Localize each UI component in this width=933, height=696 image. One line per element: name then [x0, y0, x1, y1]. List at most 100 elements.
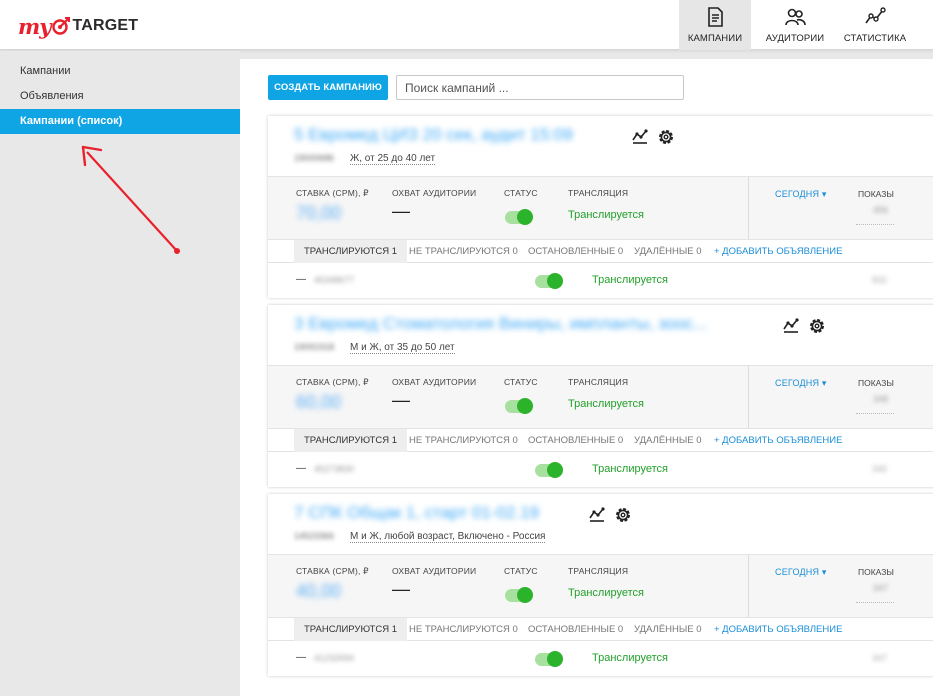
rate-label: СТАВКА (CPM), ₽ [296, 188, 369, 198]
rate-label: СТАВКА (CPM), ₽ [296, 377, 369, 387]
reach-label: ОХВАТ АУДИТОРИИ [392, 188, 477, 198]
campaign-title[interactable]: 3 Евромед Стоматология Виниры, импланты,… [294, 314, 707, 334]
campaign-card: 3 Евромед Стоматология Виниры, импланты,… [268, 305, 933, 487]
shows-underline [856, 224, 894, 225]
campaign-stats: СТАВКА (CPM), ₽ ОХВАТ АУДИТОРИИ СТАТУС Т… [268, 365, 933, 429]
campaign-id: 19091918 [294, 342, 335, 352]
tab-active-ads[interactable]: ТРАНСЛИРУЮТСЯ 1 [294, 618, 407, 641]
campaign-stats: СТАВКА (CPM), ₽ ОХВАТ АУДИТОРИИ СТАТУС Т… [268, 554, 933, 618]
statistics-icon[interactable] [588, 506, 606, 524]
campaign-id: 19000686 [294, 153, 335, 163]
translation-status: Транслируется [568, 398, 644, 410]
ad-shows-value: 345 [872, 464, 888, 474]
tab-stopped-ads[interactable]: ОСТАНОВЛЕННЫЕ 0 [528, 618, 623, 641]
ad-status-toggle[interactable] [535, 651, 563, 667]
translation-status: Транслируется [568, 209, 644, 221]
ads-tabs: ТРАНСЛИРУЮТСЯ 1 НЕ ТРАНСЛИРУЮТСЯ 0 ОСТАН… [268, 240, 933, 263]
nav-campaigns-label: КАМПАНИИ [687, 33, 743, 44]
reach-value: — [392, 579, 410, 599]
tab-active-ads[interactable]: ТРАНСЛИРУЮТСЯ 1 [294, 240, 407, 263]
tab-stopped-ads[interactable]: ОСТАНОВЛЕННЫЕ 0 [528, 429, 623, 452]
reach-value: — [392, 201, 410, 221]
statistics-icon [865, 7, 886, 24]
gear-icon[interactable] [657, 128, 675, 146]
rate-label: СТАВКА (CPM), ₽ [296, 566, 369, 576]
logo-target-text: TARGET [72, 17, 139, 34]
status-label: СТАТУС [504, 377, 538, 387]
nav-statistics[interactable]: СТАТИСТИКА [839, 0, 911, 50]
statistics-icon[interactable] [631, 128, 649, 146]
shows-label: ПОКАЗЫ [858, 189, 894, 199]
campaign-card: 5 Евромед ЦИЗ 20 сек, аудит 15:09 190006… [268, 116, 933, 298]
shows-label: ПОКАЗЫ [858, 378, 894, 388]
ad-status-toggle[interactable] [535, 273, 563, 289]
tab-inactive-ads[interactable]: НЕ ТРАНСЛИРУЮТСЯ 0 [409, 429, 518, 452]
stats-divider [748, 555, 749, 617]
rate-value: 70,00 [296, 203, 342, 223]
ad-id[interactable]: 45348677 [314, 275, 354, 285]
ad-id[interactable]: 45273830 [314, 464, 354, 474]
ad-status-toggle[interactable] [535, 462, 563, 478]
ad-id[interactable]: 41232694 [314, 653, 354, 663]
rate-value: 60,00 [296, 392, 342, 412]
top-header: my TARGET КАМПАНИИ АУДИТОРИИ СТАТИСТИКА [0, 0, 933, 50]
period-dropdown[interactable]: СЕГОДНЯ ▾ [775, 378, 827, 389]
tab-deleted-ads[interactable]: УДАЛЁННЫЕ 0 [634, 429, 702, 452]
campaign-audience[interactable]: М и Ж, от 35 до 50 лет [350, 342, 455, 354]
reach-label: ОХВАТ АУДИТОРИИ [392, 377, 477, 387]
campaign-card: 7 СПК Общак 1, старт 01-02.19 14523366 М… [268, 494, 933, 676]
nav-statistics-label: СТАТИСТИКА [843, 33, 907, 44]
ad-row: — 45348677 Транслируется 832 [268, 264, 933, 298]
ad-translation-status: Транслируется [592, 652, 668, 664]
ad-shows-value: 347 [872, 653, 888, 663]
period-dropdown[interactable]: СЕГОДНЯ ▾ [775, 189, 827, 200]
ad-shows-value: 832 [872, 275, 888, 285]
campaign-title[interactable]: 5 Евромед ЦИЗ 20 сек, аудит 15:09 [294, 125, 573, 145]
add-ad-button[interactable]: + ДОБАВИТЬ ОБЪЯВЛЕНИЕ [714, 240, 842, 263]
mytarget-logo[interactable]: my TARGET [18, 11, 138, 41]
shows-underline [856, 602, 894, 603]
ad-translation-status: Транслируется [592, 274, 668, 286]
logo-my-text: my [18, 13, 51, 39]
add-ad-button[interactable]: + ДОБАВИТЬ ОБЪЯВЛЕНИЕ [714, 429, 842, 452]
ad-dash: — [296, 652, 306, 663]
tab-deleted-ads[interactable]: УДАЛЁННЫЕ 0 [634, 240, 702, 263]
nav-campaigns[interactable]: КАМПАНИИ [679, 0, 751, 50]
logo-target-icon [52, 17, 71, 35]
tab-deleted-ads[interactable]: УДАЛЁННЫЕ 0 [634, 618, 702, 641]
translation-label: ТРАНСЛЯЦИЯ [568, 188, 629, 198]
campaign-search-input[interactable] [396, 75, 684, 100]
sidebar-item-campaigns-list[interactable]: Кампании (список) [0, 109, 240, 134]
campaign-stats: СТАВКА (CPM), ₽ ОХВАТ АУДИТОРИИ СТАТУС Т… [268, 176, 933, 240]
tab-active-ads[interactable]: ТРАНСЛИРУЮТСЯ 1 [294, 429, 407, 452]
campaign-title-actions [588, 506, 632, 524]
sidebar-item-campaigns[interactable]: Кампании [0, 59, 240, 84]
ads-tabs: ТРАНСЛИРУЮТСЯ 1 НЕ ТРАНСЛИРУЮТСЯ 0 ОСТАН… [268, 618, 933, 641]
ad-dash: — [296, 463, 306, 474]
nav-audiences-label: АУДИТОРИИ [765, 33, 825, 44]
sidebar-item-ads[interactable]: Объявления [0, 84, 240, 109]
tab-stopped-ads[interactable]: ОСТАНОВЛЕННЫЕ 0 [528, 240, 623, 263]
ads-tabs: ТРАНСЛИРУЮТСЯ 1 НЕ ТРАНСЛИРУЮТСЯ 0 ОСТАН… [268, 429, 933, 452]
campaign-audience[interactable]: М и Ж, любой возраст, Включено - Россия [350, 531, 546, 543]
campaign-title[interactable]: 7 СПК Общак 1, старт 01-02.19 [294, 503, 539, 523]
campaign-status-toggle[interactable] [505, 398, 533, 414]
gear-icon[interactable] [808, 317, 826, 335]
gear-icon[interactable] [614, 506, 632, 524]
campaign-status-toggle[interactable] [505, 209, 533, 225]
tab-inactive-ads[interactable]: НЕ ТРАНСЛИРУЮТСЯ 0 [409, 618, 518, 641]
ad-row: — 45273830 Транслируется 345 [268, 453, 933, 487]
shows-label: ПОКАЗЫ [858, 567, 894, 577]
main-content: СОЗДАТЬ КАМПАНИЮ 5 Евромед ЦИЗ 20 сек, а… [240, 59, 933, 696]
shows-value: 456 [873, 205, 889, 215]
tab-inactive-ads[interactable]: НЕ ТРАНСЛИРУЮТСЯ 0 [409, 240, 518, 263]
statistics-icon[interactable] [782, 317, 800, 335]
campaign-status-toggle[interactable] [505, 587, 533, 603]
campaign-title-actions [782, 317, 826, 335]
nav-audiences[interactable]: АУДИТОРИИ [759, 0, 831, 50]
status-label: СТАТУС [504, 188, 538, 198]
create-campaign-button[interactable]: СОЗДАТЬ КАМПАНИЮ [268, 75, 388, 100]
add-ad-button[interactable]: + ДОБАВИТЬ ОБЪЯВЛЕНИЕ [714, 618, 842, 641]
campaign-audience[interactable]: Ж, от 25 до 40 лет [350, 153, 436, 165]
period-dropdown[interactable]: СЕГОДНЯ ▾ [775, 567, 827, 578]
